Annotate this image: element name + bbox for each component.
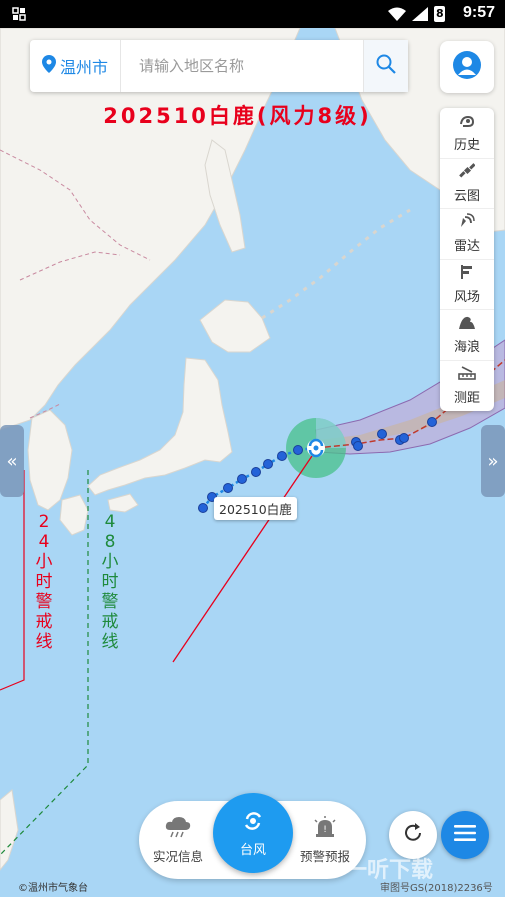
- track-point: [223, 483, 233, 493]
- history-icon: [459, 113, 475, 132]
- layer-cloud-label: 云图: [453, 188, 480, 204]
- forecast-point: [353, 441, 363, 451]
- nav-warning-label: 预警预报: [299, 848, 350, 864]
- city-selector[interactable]: 温州市: [30, 40, 120, 92]
- nav-typhoon[interactable]: 台风: [213, 793, 293, 873]
- wind-icon: [459, 264, 475, 284]
- track-point: [237, 474, 247, 484]
- track-point: [251, 467, 261, 477]
- watermark: 一听下载: [345, 858, 434, 883]
- track-point: [277, 451, 287, 461]
- layer-ruler-button[interactable]: 测距: [440, 361, 494, 412]
- battery-level: 8: [436, 7, 444, 20]
- forecast-point: [377, 429, 387, 439]
- chevron-right-icon: »: [487, 450, 499, 472]
- location-pin-icon: [41, 55, 56, 77]
- layer-wave-button[interactable]: 海浪: [440, 310, 494, 361]
- forecast-point: [399, 433, 409, 443]
- user-button[interactable]: [440, 41, 494, 93]
- right-panel-toggle[interactable]: »: [481, 425, 505, 497]
- signal-icon: [412, 6, 428, 25]
- battery-icon: 8: [434, 6, 445, 22]
- layer-panel: 历史 云图 雷达 风场 海浪 测距: [440, 108, 494, 411]
- warning-24h-label: 24小时警戒线: [35, 512, 53, 652]
- copyright-text: ©温州市气象台: [18, 883, 88, 894]
- track-point: [293, 445, 303, 455]
- typhoon-map[interactable]: [0, 0, 505, 897]
- track-point: [198, 503, 208, 513]
- layer-history-label: 历史: [453, 137, 480, 153]
- track-point: [263, 459, 273, 469]
- nav-live-label: 实况信息: [152, 848, 203, 864]
- refresh-icon: [402, 822, 424, 848]
- layer-cloud-button[interactable]: 云图: [440, 159, 494, 209]
- forecast-point: [427, 417, 437, 427]
- layer-radar-label: 雷达: [453, 239, 480, 255]
- layer-history-button[interactable]: 历史: [440, 108, 494, 159]
- left-panel-toggle[interactable]: «: [0, 425, 24, 497]
- wifi-icon: [388, 6, 406, 25]
- city-name: 温州市: [59, 58, 108, 77]
- status-time: 9:57: [462, 4, 495, 21]
- alarm-icon: !: [313, 815, 337, 842]
- cloud-rain-icon: [165, 816, 191, 842]
- layer-radar-button[interactable]: 雷达: [440, 209, 494, 260]
- search-button[interactable]: [363, 40, 408, 92]
- nav-live-info[interactable]: 实况信息: [139, 801, 217, 879]
- typhoon-center-icon: [307, 438, 325, 458]
- svg-text:!: !: [323, 825, 327, 835]
- typhoon-icon: [241, 809, 265, 837]
- radar-icon: [459, 213, 475, 233]
- layer-wave-label: 海浪: [453, 340, 480, 356]
- wave-icon: [458, 314, 476, 334]
- search-input[interactable]: [120, 40, 364, 92]
- menu-button[interactable]: [441, 811, 489, 859]
- warning-48h-label: 48小时警戒线: [101, 512, 119, 652]
- typhoon-map-label[interactable]: 202510白鹿: [214, 497, 297, 520]
- ruler-icon: [458, 365, 476, 385]
- search-bar: 温州市: [30, 40, 408, 92]
- layer-wind-label: 风场: [453, 289, 480, 305]
- chevron-left-icon: «: [6, 450, 18, 472]
- app-screen: 8 9:57 温州市 202510白鹿(风力8级) 历史: [0, 0, 505, 897]
- status-bar: 8 9:57: [0, 0, 505, 28]
- nav-typhoon-label: 台风: [239, 842, 266, 858]
- search-icon: [376, 54, 396, 78]
- status-icons: 8: [388, 6, 445, 25]
- notification-icon: [12, 6, 26, 25]
- typhoon-title: 202510白鹿(风力8级): [103, 104, 372, 128]
- user-avatar-icon: [453, 51, 481, 83]
- menu-icon: [454, 824, 476, 846]
- layer-wind-button[interactable]: 风场: [440, 260, 494, 310]
- satellite-icon: [459, 162, 476, 183]
- layer-ruler-label: 测距: [453, 391, 480, 407]
